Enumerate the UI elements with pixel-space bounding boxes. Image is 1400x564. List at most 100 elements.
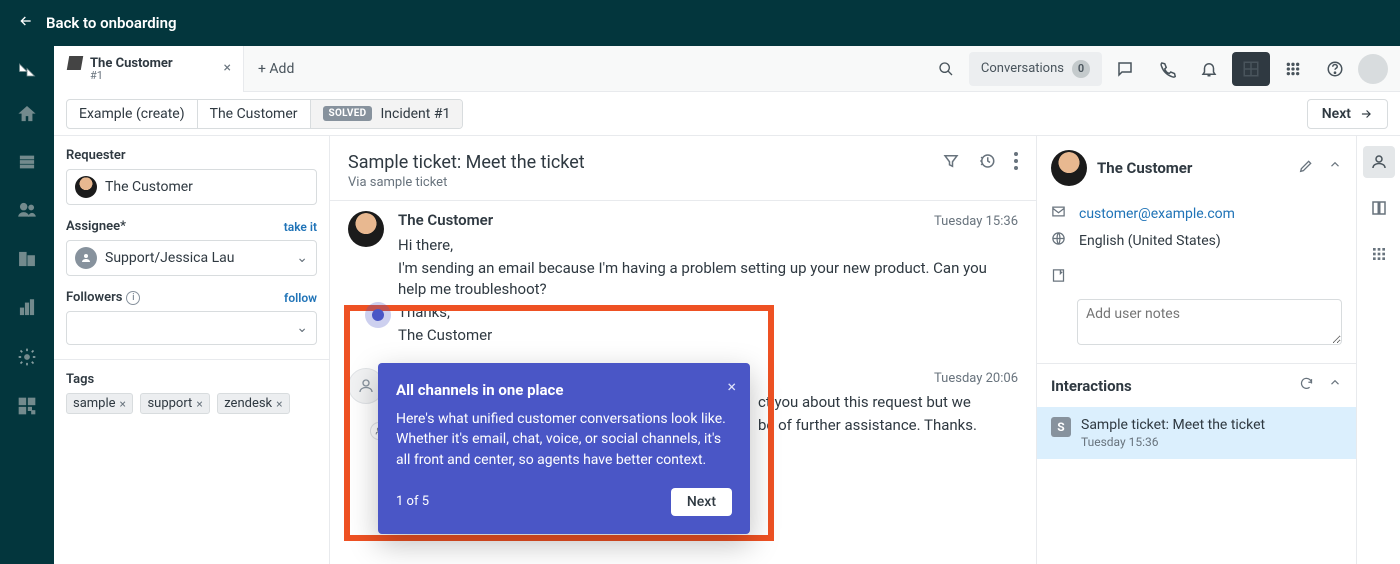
close-tour-icon[interactable]: × <box>727 377 736 396</box>
brand-logo-icon[interactable] <box>17 60 37 80</box>
chevron-down-icon: ⌄ <box>296 250 308 266</box>
apps-grid-icon[interactable] <box>1274 52 1312 86</box>
ticket-properties-panel: Requester The Customer Assignee* take it… <box>54 136 330 564</box>
user-notes-textarea[interactable] <box>1077 299 1342 345</box>
conversation-panel: Sample ticket: Meet the ticket Via sampl… <box>330 136 1036 564</box>
back-to-onboarding-link[interactable]: Back to onboarding <box>46 14 176 32</box>
requester-avatar-icon <box>75 176 97 198</box>
ticket-tab[interactable]: The Customer #1 × <box>54 46 244 92</box>
customer-email-link[interactable]: customer@example.com <box>1079 206 1235 222</box>
tour-step-indicator: 1 of 5 <box>396 494 429 509</box>
user-context-icon[interactable] <box>1363 146 1395 178</box>
collapse-panel-icon[interactable] <box>1328 158 1342 178</box>
breadcrumb-row: Example (create) The Customer SOLVED Inc… <box>54 92 1400 136</box>
tour-next-button[interactable]: Next <box>671 488 732 516</box>
profile-avatar[interactable] <box>1358 54 1388 84</box>
onboarding-topbar: Back to onboarding <box>0 0 1400 46</box>
collapse-interactions-icon[interactable] <box>1328 376 1342 395</box>
interaction-timestamp: Tuesday 15:36 <box>1081 435 1265 449</box>
right-nav-rail <box>1356 136 1400 564</box>
tour-beacon-icon <box>372 309 384 321</box>
views-icon[interactable] <box>18 153 36 176</box>
requester-select[interactable]: The Customer <box>66 169 317 205</box>
apps-icon[interactable] <box>1363 238 1395 270</box>
filter-icon[interactable] <box>942 152 960 174</box>
next-ticket-label: Next <box>1322 106 1351 122</box>
admin-settings-icon[interactable] <box>17 347 37 372</box>
remove-tag-icon[interactable]: × <box>196 397 202 411</box>
message-body: Hi there, I'm sending an email because I… <box>398 235 1018 346</box>
organizations-icon[interactable] <box>17 249 37 274</box>
notifications-icon[interactable] <box>1190 52 1228 86</box>
customer-avatar <box>1051 150 1087 186</box>
chat-icon[interactable] <box>1106 52 1144 86</box>
breadcrumb-customer[interactable]: The Customer <box>198 100 311 128</box>
knowledge-icon[interactable] <box>1363 192 1395 224</box>
refresh-interactions-icon[interactable] <box>1299 376 1314 395</box>
more-actions-icon[interactable] <box>1014 152 1018 174</box>
close-tab-icon[interactable]: × <box>224 60 231 76</box>
help-icon[interactable] <box>1316 52 1354 86</box>
message-timestamp: Tuesday 20:06 <box>934 371 1018 386</box>
assignee-avatar-icon <box>75 247 97 269</box>
tab-subtitle: #1 <box>90 69 229 82</box>
next-ticket-button[interactable]: Next <box>1307 99 1388 129</box>
tag-item: support× <box>140 393 209 414</box>
customers-icon[interactable] <box>17 200 37 225</box>
breadcrumb-incident[interactable]: SOLVED Incident #1 <box>311 100 463 128</box>
customer-context-panel: The Customer customer@example.com <box>1036 136 1356 564</box>
notes-icon <box>1051 268 1067 287</box>
add-tab-button[interactable]: + Add <box>244 61 308 77</box>
info-icon[interactable]: i <box>126 291 140 305</box>
assignee-select[interactable]: Support/Jessica Lau ⌄ <box>66 240 317 276</box>
assignee-label: Assignee* <box>66 219 126 234</box>
events-history-icon[interactable] <box>978 152 996 174</box>
chevron-down-icon: ⌄ <box>296 320 308 336</box>
tour-title: All channels in one place <box>396 381 732 399</box>
conversations-button[interactable]: Conversations 0 <box>969 52 1102 86</box>
interaction-status-badge: S <box>1051 417 1071 437</box>
reporting-icon[interactable] <box>17 298 37 323</box>
tab-icon <box>67 56 83 70</box>
customer-locale: English (United States) <box>1079 233 1221 249</box>
ticket-title: Sample ticket: Meet the ticket <box>348 152 942 173</box>
email-icon <box>1051 204 1067 223</box>
breadcrumb: Example (create) The Customer SOLVED Inc… <box>66 99 463 129</box>
interactions-label: Interactions <box>1051 377 1132 395</box>
onboarding-tour-popover: × All channels in one place Here's what … <box>378 363 750 534</box>
left-nav-rail <box>0 46 54 564</box>
layout-icon[interactable] <box>1232 52 1270 86</box>
message-avatar <box>348 211 384 247</box>
interaction-item[interactable]: S Sample ticket: Meet the ticket Tuesday… <box>1037 407 1356 459</box>
tag-item: zendesk× <box>217 393 289 414</box>
remove-tag-icon[interactable]: × <box>120 397 126 411</box>
ticket-via: Via sample ticket <box>348 175 942 190</box>
qr-icon[interactable] <box>17 396 37 421</box>
remove-tag-icon[interactable]: × <box>276 397 282 411</box>
customer-name: The Customer <box>1097 159 1288 177</box>
phone-icon[interactable] <box>1148 52 1186 86</box>
status-badge-solved: SOLVED <box>323 106 373 121</box>
breadcrumb-example[interactable]: Example (create) <box>67 100 198 128</box>
tag-item: sample× <box>66 393 133 414</box>
assignee-value: Support/Jessica Lau <box>105 250 234 266</box>
conversations-count: 0 <box>1072 60 1090 78</box>
home-icon[interactable] <box>17 104 37 129</box>
workspace-tabs: The Customer #1 × + Add Conversations 0 <box>54 46 1400 92</box>
follow-link[interactable]: follow <box>284 291 317 305</box>
interaction-title: Sample ticket: Meet the ticket <box>1081 417 1265 433</box>
take-it-link[interactable]: take it <box>284 220 317 234</box>
search-icon[interactable] <box>927 52 965 86</box>
message-author: The Customer <box>398 211 493 229</box>
message-row: The Customer Tuesday 15:36 Hi there, I'm… <box>348 211 1018 348</box>
requester-label: Requester <box>66 148 317 163</box>
breadcrumb-incident-label: Incident #1 <box>380 106 450 122</box>
tour-body: Here's what unified customer conversatio… <box>396 409 732 470</box>
followers-select[interactable]: ⌄ <box>66 311 317 345</box>
tags-container: sample× support× zendesk× <box>66 393 317 414</box>
back-arrow-icon[interactable] <box>18 13 34 33</box>
edit-customer-icon[interactable] <box>1298 158 1314 178</box>
globe-icon <box>1051 231 1067 250</box>
followers-label: Followers <box>66 290 122 305</box>
tags-label: Tags <box>66 372 317 387</box>
